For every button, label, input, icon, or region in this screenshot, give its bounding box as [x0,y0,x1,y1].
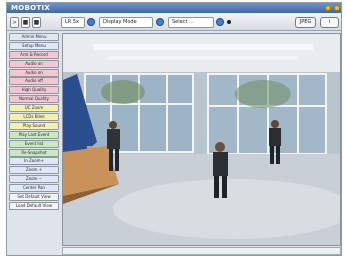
brand-logo: MOBOTIX [11,4,51,12]
play-sound-button[interactable]: Play Sound [9,121,59,130]
normal-quality-button[interactable]: Normal Quality [9,95,59,104]
info-button[interactable]: i [320,17,339,28]
camera-window: MOBOTIX > ■ ■ LR 5x Display Mode Select … [6,2,342,256]
event-list-button[interactable]: Event list [9,139,59,148]
zoom-out-button[interactable]: Zoom − [9,175,59,184]
live-video-view[interactable] [62,33,341,246]
audio-on-button[interactable]: Audio on [9,59,59,68]
status-led-icon [325,5,331,11]
player-button[interactable]: ■ [21,17,30,28]
title-bar: MOBOTIX [7,3,341,13]
status-led-icon [334,5,340,11]
center-pan-button[interactable]: Center Pan [9,184,59,193]
size-select[interactable]: LR 5x [61,17,85,28]
uc-zoom-button[interactable]: UC Zoom [9,104,59,113]
set-default-view-button[interactable]: Set Default View [9,193,59,202]
live-view-button[interactable]: > [10,17,19,28]
toolbar: > ■ ■ LR 5x Display Mode Select ... JPEG… [7,13,341,31]
zoom-in-button[interactable]: Zoom + [9,166,59,175]
audio-on-button[interactable]: Audio on [9,68,59,77]
arrow-icon[interactable] [156,18,164,26]
event-select[interactable]: Select ... [168,17,214,28]
status-bar [62,247,341,255]
in-zoom-button[interactable]: In Zoom+ [9,157,59,166]
high-quality-button[interactable]: High Quality [9,86,59,95]
lcds-blink-button[interactable]: LCDs Blink [9,113,59,122]
softbutton-sidebar: Admin Menu Setup Menu Arm & Record Audio… [9,33,59,255]
arrow-icon[interactable] [216,18,224,26]
jpeg-button[interactable]: JPEG [295,17,316,28]
arrow-icon[interactable] [87,18,95,26]
load-default-view-button[interactable]: Load Default View [9,201,59,210]
display-mode-select[interactable]: Display Mode [99,17,153,28]
admin-menu-button[interactable]: Admin Menu [9,33,59,41]
audio-off-button[interactable]: Audio off [9,77,59,86]
arm-record-button[interactable]: Arm & Record [9,50,59,59]
re-snapshot-button[interactable]: Re-Snapshot [9,148,59,157]
setup-menu-button[interactable]: Setup Menu [9,41,59,50]
multiview-button[interactable]: ■ [32,17,41,28]
camera-image [63,34,340,245]
dot-icon [227,20,231,24]
play-last-event-button[interactable]: Play Last Event [9,130,59,139]
